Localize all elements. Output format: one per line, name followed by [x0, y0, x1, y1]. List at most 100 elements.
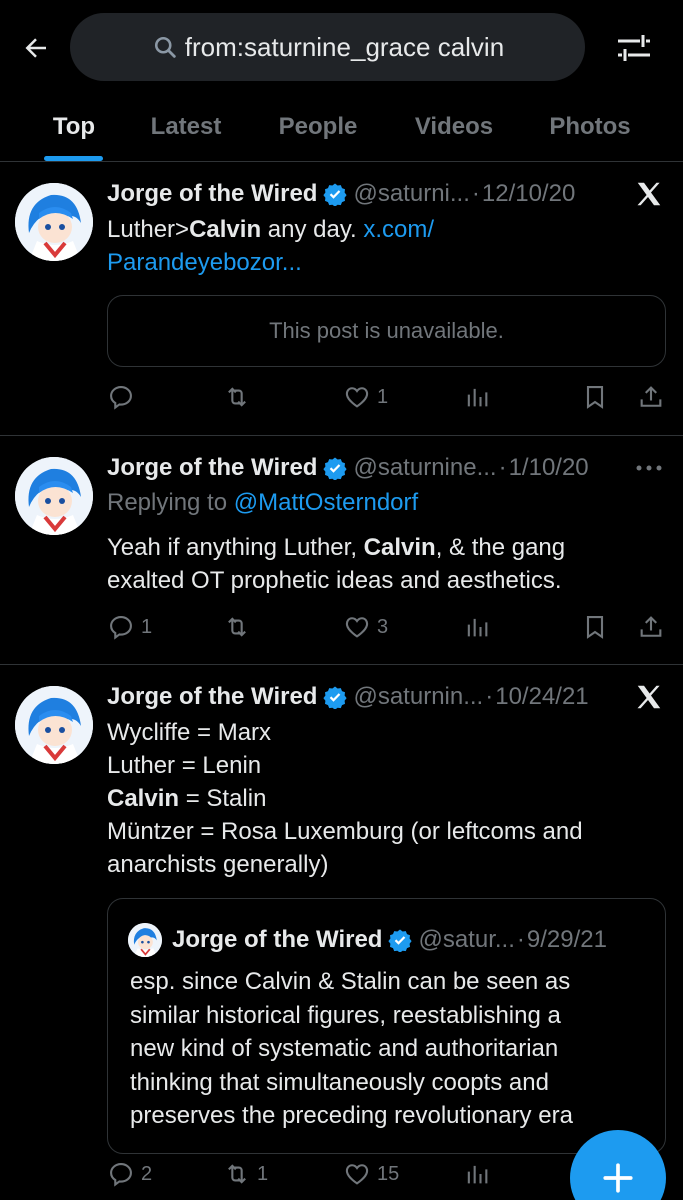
reply-button[interactable]: 1 [107, 609, 152, 645]
quoted-post-header: Jorge of the Wired @satur... · 9/29/21 [172, 923, 607, 957]
post-date[interactable]: 10/24/21 [495, 683, 588, 711]
repost-icon [228, 617, 246, 637]
post-text-line: Müntzer = Rosa Luxemburg (or leftcoms an… [107, 818, 583, 845]
post-link-continued[interactable]: Parandeyebozor... [107, 249, 302, 276]
repost-icon [228, 1164, 246, 1184]
avatar[interactable] [15, 686, 93, 764]
like-button[interactable]: 3 [343, 609, 388, 645]
active-tab-indicator [44, 156, 103, 161]
sliders-icon [618, 35, 650, 61]
post[interactable]: Jorge of the Wired @saturni... · 12/10/2… [0, 163, 683, 436]
reply-icon [110, 616, 132, 640]
avatar-image [128, 923, 162, 957]
post[interactable]: Jorge of the Wired @saturnin... · 10/24/… [0, 666, 683, 1200]
x-logo-icon[interactable] [632, 177, 666, 211]
reply-button[interactable] [107, 379, 141, 415]
repost-button[interactable] [223, 379, 257, 415]
post-date[interactable]: 12/10/20 [482, 180, 575, 208]
bookmark-button[interactable] [581, 609, 609, 645]
post-text-part: Yeah if anything Luther, [107, 534, 364, 561]
like-button[interactable]: 1 [343, 379, 388, 415]
post-link[interactable]: x.com/ [363, 216, 434, 243]
replying-to: Replying to @MattOsterndorf [107, 486, 647, 519]
quoted-post-text: esp. since Calvin & Stalin can be seen a… [130, 965, 650, 1133]
avatar-image [15, 183, 93, 261]
post-text-part: any day. [261, 216, 364, 243]
quoted-text-line: similar historical figures, reestablishi… [130, 1001, 561, 1029]
post-text-line: anarchists generally) [107, 851, 329, 878]
views-chart-icon [467, 1165, 488, 1184]
repost-button[interactable] [223, 609, 257, 645]
author-name[interactable]: Jorge of the Wired [107, 180, 317, 208]
tab-latest[interactable]: Latest [138, 92, 234, 162]
post-text-part: = Stalin [179, 785, 267, 812]
search-query: from:saturnine_grace calvin [184, 31, 505, 62]
post-actions: 1 3 [107, 609, 667, 645]
verified-badge-icon [323, 183, 348, 206]
post-text-part: , & the gang [435, 534, 566, 561]
quoted-author-handle: @satur... [418, 926, 515, 953]
tab-people[interactable]: People [262, 92, 374, 162]
highlight-term: Calvin [189, 216, 262, 243]
separator-dot: · [498, 454, 507, 481]
tab-videos[interactable]: Videos [402, 92, 506, 162]
author-handle[interactable]: @saturni... [353, 180, 469, 208]
views-button[interactable] [463, 379, 491, 415]
post-text: Wycliffe = Marx Luther = Lenin Calvin = … [107, 716, 667, 881]
repost-icon [228, 387, 246, 407]
replying-to-label: Replying to [107, 489, 234, 516]
like-button[interactable]: 15 [343, 1156, 399, 1192]
post-text: Yeah if anything Luther, Calvin, & the g… [107, 531, 667, 597]
post-text-line: Wycliffe = Marx [107, 719, 272, 746]
separator-dot: · [516, 926, 525, 953]
bookmark-icon [586, 616, 604, 639]
search-header: from:saturnine_grace calvin [0, 0, 683, 92]
share-icon [640, 616, 662, 637]
tab-photos[interactable]: Photos [535, 92, 645, 162]
search-filter-button[interactable] [612, 28, 656, 68]
bookmark-icon [586, 386, 604, 409]
author-handle[interactable]: @saturnine... [353, 454, 496, 482]
repost-count: 1 [257, 1162, 269, 1185]
quoted-avatar [128, 923, 162, 957]
x-logo-icon[interactable] [632, 680, 666, 714]
post-header: Jorge of the Wired @saturni... · 12/10/2… [107, 177, 575, 211]
highlight-term: Calvin [107, 785, 180, 812]
reply-button[interactable]: 2 [107, 1156, 152, 1192]
heart-icon [345, 1164, 369, 1185]
quoted-text-line: thinking that simultaneously coopts and [130, 1068, 549, 1096]
repost-button[interactable]: 1 [223, 1156, 268, 1192]
unavailable-post-card: This post is unavailable. [107, 295, 666, 367]
tab-top[interactable]: Top [36, 92, 112, 162]
plus-icon [603, 1163, 633, 1193]
share-button[interactable] [637, 379, 665, 415]
avatar[interactable] [15, 183, 93, 261]
quoted-text-line: new kind of systematic and authoritarian [130, 1035, 559, 1062]
views-button[interactable] [463, 1156, 491, 1192]
avatar-image [15, 457, 93, 535]
reply-icon [110, 1163, 132, 1187]
reply-count: 1 [141, 615, 153, 638]
heart-icon [345, 387, 369, 408]
author-name[interactable]: Jorge of the Wired [107, 683, 317, 711]
back-button[interactable] [16, 28, 56, 68]
verified-badge-icon [388, 929, 413, 952]
quoted-post-date: 9/29/21 [526, 926, 607, 953]
post-date[interactable]: 1/10/20 [509, 454, 589, 482]
avatar[interactable] [15, 457, 93, 535]
back-arrow-icon [25, 38, 46, 58]
quoted-post-card[interactable]: Jorge of the Wired @satur... · 9/29/21 e… [107, 898, 666, 1154]
more-options-icon[interactable] [632, 451, 666, 485]
post-header: Jorge of the Wired @saturnine... · 1/10/… [107, 451, 589, 485]
post[interactable]: Jorge of the Wired @saturnine... · 1/10/… [0, 437, 683, 665]
views-chart-icon [467, 618, 488, 637]
author-name[interactable]: Jorge of the Wired [107, 454, 317, 482]
replying-to-handle[interactable]: @MattOsterndorf [234, 489, 418, 516]
author-handle[interactable]: @saturnin... [353, 683, 483, 711]
views-button[interactable] [463, 609, 491, 645]
post-header: Jorge of the Wired @saturnin... · 10/24/… [107, 680, 589, 714]
bookmark-button[interactable] [581, 379, 609, 415]
post-text-part: exalted OT prophetic ideas and aesthetic… [107, 567, 562, 594]
share-button[interactable] [637, 609, 665, 645]
search-input[interactable]: from:saturnine_grace calvin [70, 13, 585, 81]
